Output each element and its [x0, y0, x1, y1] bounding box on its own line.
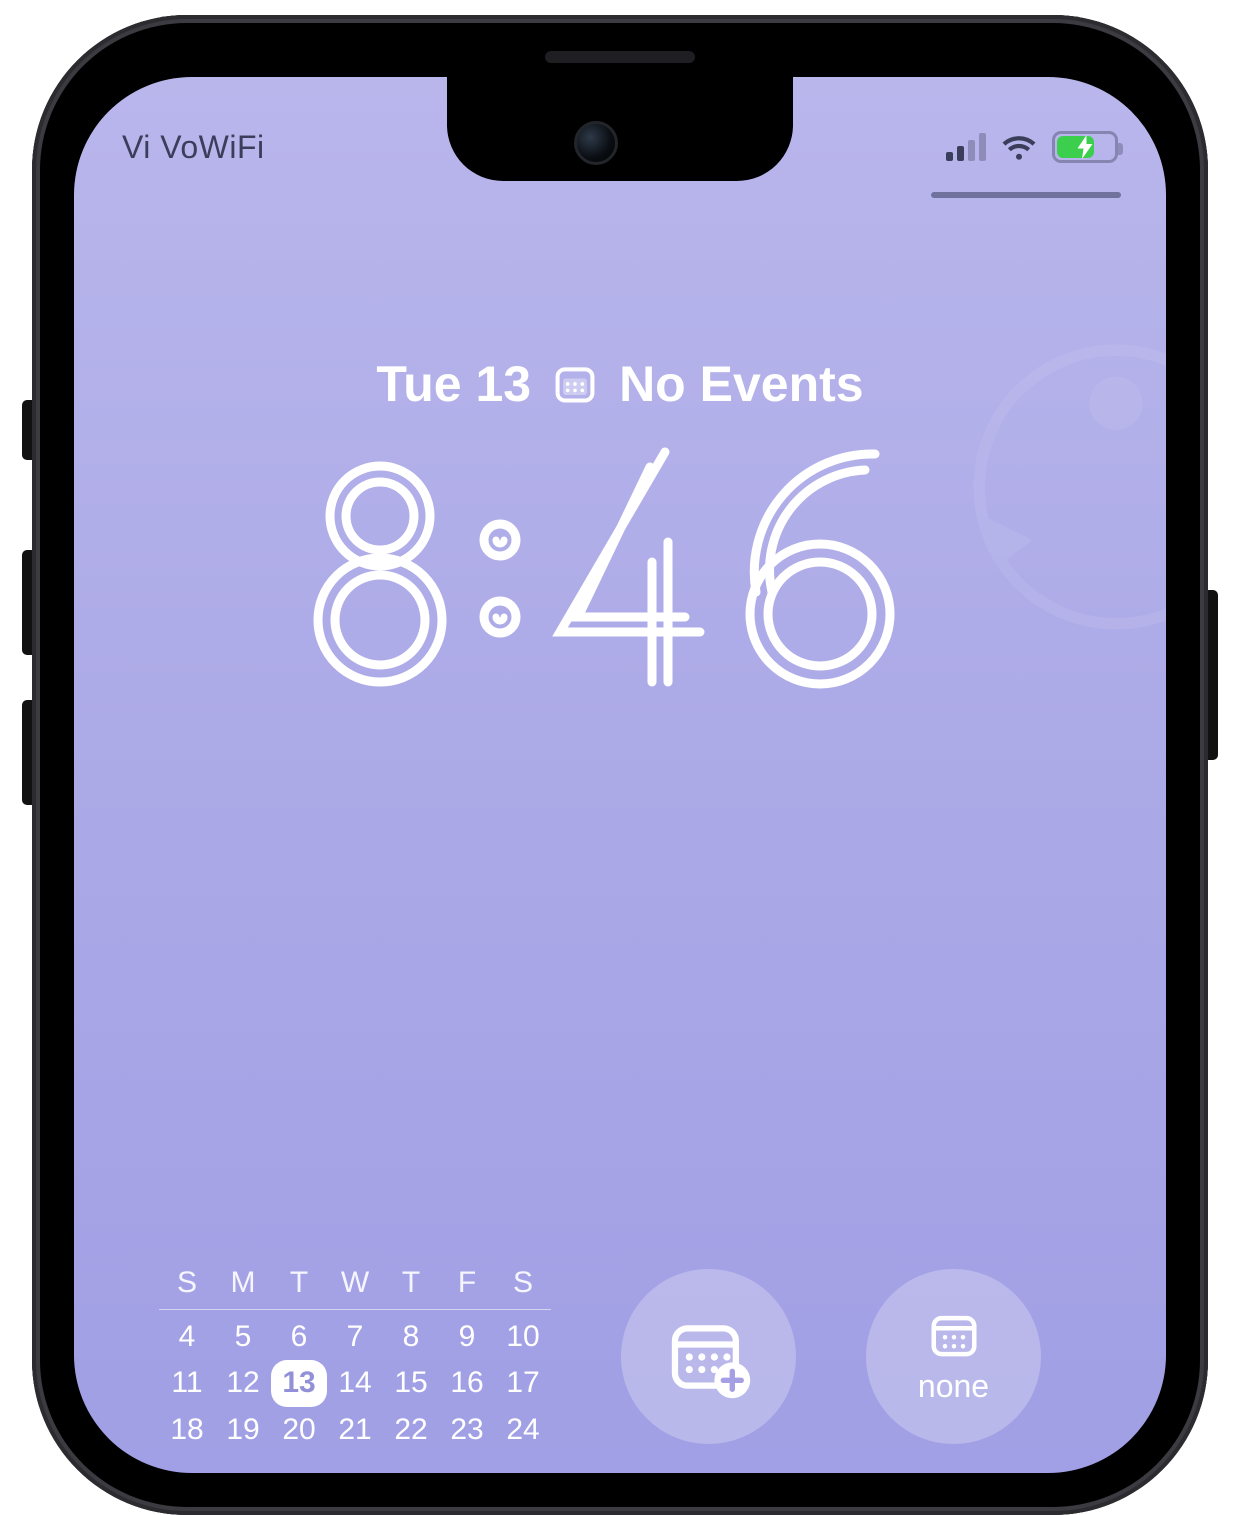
carrier-label: Vi VoWiFi: [122, 129, 265, 166]
speaker-slit: [545, 51, 695, 63]
status-bar: Vi VoWiFi: [74, 117, 1166, 177]
date-events-row[interactable]: Tue 13 No Events: [74, 355, 1166, 413]
calendar-month-widget[interactable]: SMTWTFS 45678910111213141516171819202122…: [159, 1260, 551, 1453]
calendar-day-cell[interactable]: 15: [383, 1360, 439, 1407]
next-event-widget[interactable]: none: [866, 1269, 1041, 1444]
calendar-day-header: F: [439, 1260, 495, 1307]
calendar-day-header: S: [159, 1260, 215, 1307]
calendar-day-cell[interactable]: 14: [327, 1360, 383, 1407]
side-button: [22, 400, 32, 460]
calendar-day-cell[interactable]: 12: [215, 1360, 271, 1407]
calendar-day-cell[interactable]: 21: [327, 1407, 383, 1454]
lockscreen-widgets: SMTWTFS 45678910111213141516171819202122…: [159, 1244, 1081, 1469]
calendar-day-cell[interactable]: 6: [271, 1314, 327, 1361]
calendar-day-cell[interactable]: 7: [327, 1314, 383, 1361]
calendar-icon: [927, 1308, 981, 1362]
phone-frame: Vi VoWiFi: [32, 15, 1208, 1515]
calendar-day-cell[interactable]: 16: [439, 1360, 495, 1407]
side-button: [22, 700, 32, 805]
calendar-day-cell[interactable]: 9: [439, 1314, 495, 1361]
cellular-signal-icon: [946, 133, 986, 161]
calendar-day-cell[interactable]: 8: [383, 1314, 439, 1361]
status-underline: [931, 192, 1121, 198]
calendar-day-header: W: [327, 1260, 383, 1307]
status-right: [946, 131, 1118, 163]
lockscreen-date: Tue 13: [376, 355, 531, 413]
calendar-day-cell[interactable]: 10: [495, 1314, 551, 1361]
lockscreen-events: No Events: [619, 355, 864, 413]
calendar-day-cell[interactable]: 18: [159, 1407, 215, 1454]
calendar-day-header: M: [215, 1260, 271, 1307]
calendar-day-cell[interactable]: 17: [495, 1360, 551, 1407]
add-event-widget[interactable]: [621, 1269, 796, 1444]
calendar-day-cell[interactable]: 24: [495, 1407, 551, 1454]
next-event-label: none: [918, 1368, 989, 1405]
calendar-day-cell[interactable]: 22: [383, 1407, 439, 1454]
side-button: [1208, 590, 1218, 760]
calendar-day-cell[interactable]: 20: [271, 1407, 327, 1454]
calendar-day-header: T: [383, 1260, 439, 1307]
calendar-plus-icon: [666, 1314, 752, 1400]
calendar-day-header: T: [271, 1260, 327, 1307]
calendar-day-cell[interactable]: 23: [439, 1407, 495, 1454]
calendar-day-cell[interactable]: 19: [215, 1407, 271, 1454]
wifi-icon: [1000, 132, 1038, 162]
calendar-day-cell[interactable]: 5: [215, 1314, 271, 1361]
calendar-day-header: S: [495, 1260, 551, 1307]
side-button: [22, 550, 32, 655]
calendar-icon: [553, 362, 597, 406]
calendar-day-cell[interactable]: 11: [159, 1360, 215, 1407]
lock-screen[interactable]: Vi VoWiFi: [74, 77, 1166, 1473]
lockscreen-time: 8:46: [74, 432, 1166, 697]
calendar-day-cell[interactable]: 13: [271, 1360, 327, 1407]
battery-icon: [1052, 131, 1118, 163]
calendar-day-cell[interactable]: 4: [159, 1314, 215, 1361]
charging-bolt-icon: [1055, 134, 1115, 160]
